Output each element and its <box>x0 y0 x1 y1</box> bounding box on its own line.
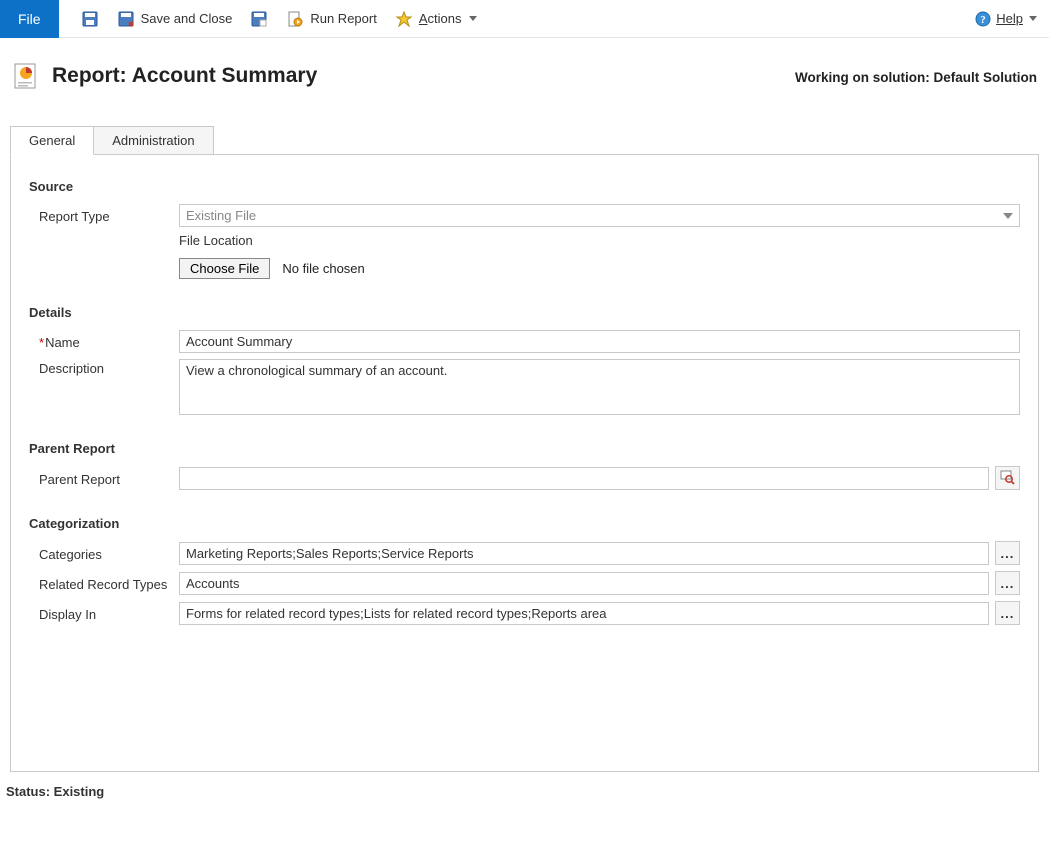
label-related-record-types: Related Record Types <box>29 575 179 592</box>
solution-label: Working on solution: Default Solution <box>795 68 1037 85</box>
run-report-label: Run Report <box>310 11 376 26</box>
chevron-down-icon <box>1029 16 1037 21</box>
actions-label: Actions <box>419 11 462 26</box>
report-type-value: Existing File <box>186 208 256 223</box>
label-parent-report: Parent Report <box>29 470 179 487</box>
label-categories: Categories <box>29 545 179 562</box>
save-close-label: Save and Close <box>141 11 233 26</box>
section-source: Source <box>29 179 1020 194</box>
save-and-close-button[interactable]: Save and Close <box>117 0 233 38</box>
report-type-select[interactable]: Existing File <box>179 204 1020 227</box>
lookup-icon <box>999 469 1015 488</box>
section-categorization: Categorization <box>29 516 1020 531</box>
svg-text:?: ? <box>981 14 987 26</box>
actions-menu-button[interactable]: Actions <box>395 0 478 38</box>
status-bar: Status: Existing <box>0 780 1049 809</box>
name-input[interactable] <box>179 330 1020 353</box>
description-textarea[interactable]: View a chronological summary of an accou… <box>179 359 1020 415</box>
section-parent: Parent Report <box>29 441 1020 456</box>
file-chosen-status: No file chosen <box>282 261 364 276</box>
run-report-button[interactable]: Run Report <box>286 0 376 38</box>
categories-input[interactable] <box>179 542 989 565</box>
file-menu-button[interactable]: File <box>0 0 59 38</box>
run-report-icon <box>286 10 304 28</box>
save-icon <box>81 10 99 28</box>
choose-file-button[interactable]: Choose File <box>179 258 270 279</box>
display-in-picker-button[interactable]: ... <box>995 601 1020 625</box>
chevron-down-icon <box>469 16 477 21</box>
tab-administration[interactable]: Administration <box>93 126 213 154</box>
label-report-type: Report Type <box>29 207 179 224</box>
label-file-location: File Location <box>179 233 253 248</box>
categories-picker-button[interactable]: ... <box>995 541 1020 565</box>
save-close-icon <box>117 10 135 28</box>
tabs: General Administration <box>0 126 1049 154</box>
title-row: Report: Account Summary Working on solut… <box>0 38 1049 100</box>
help-label: Help <box>996 11 1023 26</box>
label-description: Description <box>29 359 179 376</box>
label-display-in: Display In <box>29 605 179 622</box>
report-icon <box>12 62 40 90</box>
save-as-icon <box>250 10 268 28</box>
related-record-types-input[interactable] <box>179 572 989 595</box>
page-title: Report: Account Summary <box>52 64 317 88</box>
display-in-input[interactable] <box>179 602 989 625</box>
save-button[interactable] <box>81 0 99 38</box>
command-bar: File Save and Close Run Report Actions ? <box>0 0 1049 38</box>
help-icon: ? <box>974 10 992 28</box>
label-name: *Name <box>29 333 179 350</box>
help-menu-button[interactable]: ? Help <box>974 10 1037 28</box>
actions-icon <box>395 10 413 28</box>
form-panel: Source Report Type Existing File File Lo… <box>10 154 1039 772</box>
parent-report-lookup-button[interactable] <box>995 466 1020 490</box>
tab-general[interactable]: General <box>10 126 94 155</box>
section-details: Details <box>29 305 1020 320</box>
parent-report-input[interactable] <box>179 467 989 490</box>
save-as-button[interactable] <box>250 0 268 38</box>
related-record-types-picker-button[interactable]: ... <box>995 571 1020 595</box>
chevron-down-icon <box>1003 213 1013 219</box>
